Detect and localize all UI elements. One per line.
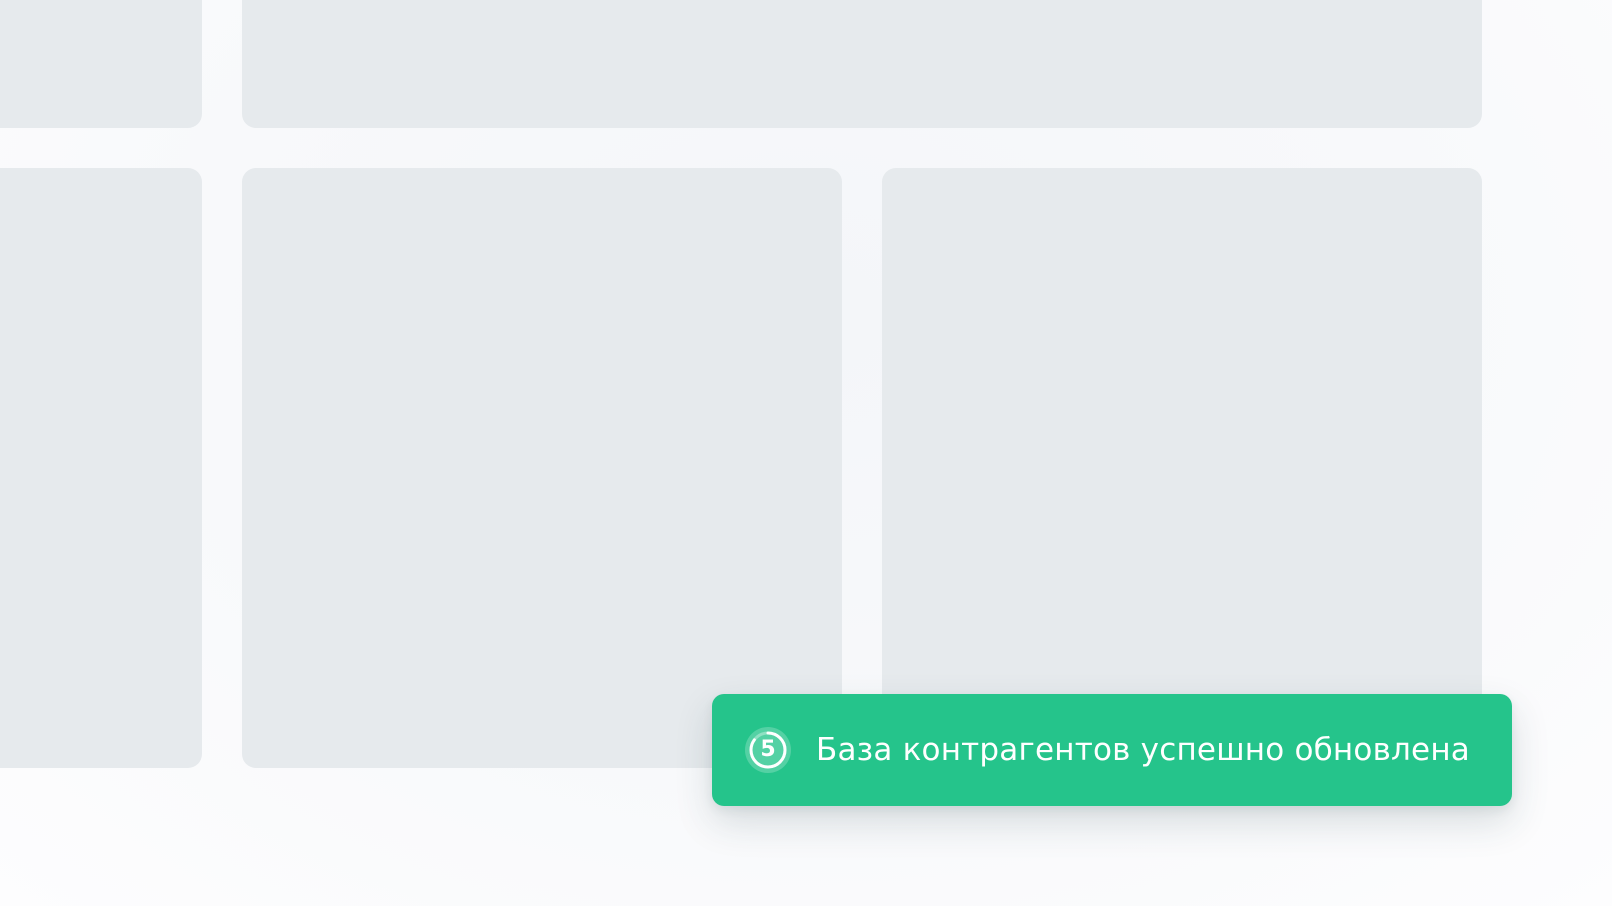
toast-message: База контрагентов успешно обновлена bbox=[816, 732, 1470, 768]
countdown-number: 5 bbox=[760, 737, 776, 762]
skeleton-card bbox=[242, 168, 842, 768]
countdown-timer-icon: 5 bbox=[744, 726, 792, 774]
success-toast[interactable]: 5 База контрагентов успешно обновлена bbox=[712, 694, 1512, 806]
skeleton-card bbox=[882, 168, 1482, 768]
skeleton-card bbox=[242, 0, 1482, 128]
skeleton-card bbox=[0, 0, 202, 128]
skeleton-card bbox=[0, 168, 202, 768]
